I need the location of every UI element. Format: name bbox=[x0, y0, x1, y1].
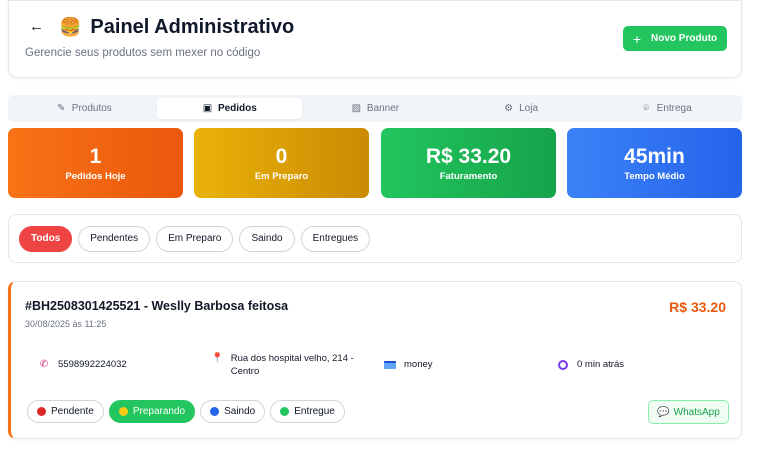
gear-icon: ⚙ bbox=[504, 103, 514, 114]
green-dot-icon bbox=[280, 407, 290, 416]
status-label: Pendente bbox=[51, 406, 94, 417]
stat-value: 45min bbox=[624, 145, 685, 168]
stat-value: R$ 33.20 bbox=[425, 145, 512, 168]
stat-revenue: R$ 33.20 Faturamento bbox=[381, 128, 556, 198]
pin-icon: 📍 bbox=[211, 353, 224, 364]
stat-value: 1 bbox=[89, 145, 102, 168]
tab-pedidos[interactable]: ▣ Pedidos bbox=[156, 98, 303, 119]
status-label: Saindo bbox=[224, 406, 256, 417]
tab-loja[interactable]: ⚙ Loja bbox=[448, 98, 594, 119]
new-product-button[interactable]: + Novo Produto bbox=[623, 26, 727, 51]
stat-in-preparation: 0 Em Preparo bbox=[194, 128, 369, 198]
red-dot-icon bbox=[37, 407, 46, 416]
filter-em-preparo[interactable]: Em Preparo bbox=[156, 225, 234, 252]
address-text: Rua dos hospital velho, 214 - Centro bbox=[230, 353, 354, 377]
title-row: 🍔 Painel Administrativo bbox=[59, 14, 294, 40]
tab-entrega-label: Entrega bbox=[656, 103, 692, 114]
filter-pendentes[interactable]: Pendentes bbox=[78, 225, 151, 252]
header-card: ← 🍔 Painel Administrativo Gerencie seus … bbox=[8, 0, 742, 78]
phone-number: 5598992224032 bbox=[58, 359, 127, 370]
order-card: #BH2508301425521 - Weslly Barbosa feitos… bbox=[8, 281, 742, 439]
tab-banner[interactable]: ▨ Banner bbox=[302, 98, 448, 119]
order-address: 📍 Rua dos hospital velho, 214 - Centro bbox=[211, 352, 371, 378]
shopping-bag-icon: ▣ bbox=[202, 103, 213, 114]
order-date: 30/08/2025 às 11:25 bbox=[25, 319, 107, 329]
edit-icon: ✎ bbox=[57, 103, 66, 114]
payment-method: money bbox=[404, 359, 433, 370]
tab-pedidos-label: Pedidos bbox=[217, 103, 257, 114]
whatsapp-label: WhatsApp bbox=[673, 406, 720, 418]
order-time: 0 min atrás bbox=[556, 358, 624, 374]
image-icon: ▨ bbox=[351, 103, 362, 114]
order-phone: ✆ 5598992224032 bbox=[37, 358, 127, 371]
order-payment: money bbox=[383, 358, 433, 373]
filter-entregues[interactable]: Entregues bbox=[300, 225, 371, 252]
stat-orders-today: 1 Pedidos Hoje bbox=[8, 128, 183, 198]
phone-icon: ✆ bbox=[39, 359, 49, 370]
plus-icon: + bbox=[632, 30, 642, 47]
status-label: Entregue bbox=[294, 406, 335, 417]
status-buttons: Pendente Preparando Saindo Entregue bbox=[27, 400, 345, 423]
stopwatch-icon bbox=[556, 358, 570, 374]
status-pendente-button[interactable]: Pendente bbox=[27, 400, 104, 423]
stat-average-time: 45min Tempo Médio bbox=[567, 128, 742, 198]
status-saindo-button[interactable]: Saindo bbox=[200, 400, 266, 423]
status-entregue-button[interactable]: Entregue bbox=[270, 400, 345, 423]
status-label: Preparando bbox=[132, 406, 186, 417]
map-pin-icon: ⌾ bbox=[643, 103, 650, 114]
whatsapp-button[interactable]: 💬 WhatsApp bbox=[648, 400, 729, 424]
page-subtitle: Gerencie seus produtos sem mexer no códi… bbox=[25, 47, 261, 59]
tab-entrega[interactable]: ⌾ Entrega bbox=[593, 98, 739, 119]
order-filter-bar: Todos Pendentes Em Preparo Saindo Entreg… bbox=[8, 214, 742, 263]
filter-todos[interactable]: Todos bbox=[19, 225, 73, 252]
tab-banner-label: Banner bbox=[366, 103, 400, 114]
tab-loja-label: Loja bbox=[519, 103, 539, 114]
tab-produtos-label: Produtos bbox=[71, 103, 112, 114]
stat-label: Pedidos Hoje bbox=[65, 171, 126, 182]
stat-label: Em Preparo bbox=[254, 171, 309, 182]
order-title: #BH2508301425521 - Weslly Barbosa feitos… bbox=[25, 299, 289, 313]
page-title: Painel Administrativo bbox=[90, 16, 295, 38]
chat-bubble-icon: 💬 bbox=[657, 406, 670, 418]
yellow-dot-icon bbox=[118, 407, 128, 416]
new-product-label: Novo Produto bbox=[651, 33, 718, 44]
filter-saindo[interactable]: Saindo bbox=[239, 225, 295, 252]
order-total: R$ 33.20 bbox=[669, 299, 726, 315]
stat-label: Faturamento bbox=[439, 171, 498, 182]
status-preparando-button[interactable]: Preparando bbox=[108, 400, 196, 423]
stat-label: Tempo Médio bbox=[624, 171, 685, 182]
burger-icon: 🍔 bbox=[59, 17, 82, 37]
tab-produtos[interactable]: ✎ Produtos bbox=[11, 98, 157, 119]
tab-bar: ✎ Produtos ▣ Pedidos ▨ Banner ⚙ Loja ⌾ E… bbox=[8, 95, 742, 122]
stat-value: 0 bbox=[275, 145, 288, 168]
credit-card-icon bbox=[383, 358, 397, 373]
time-ago: 0 min atrás bbox=[577, 359, 624, 370]
blue-dot-icon bbox=[210, 407, 220, 416]
back-arrow-icon[interactable]: ← bbox=[29, 19, 45, 35]
